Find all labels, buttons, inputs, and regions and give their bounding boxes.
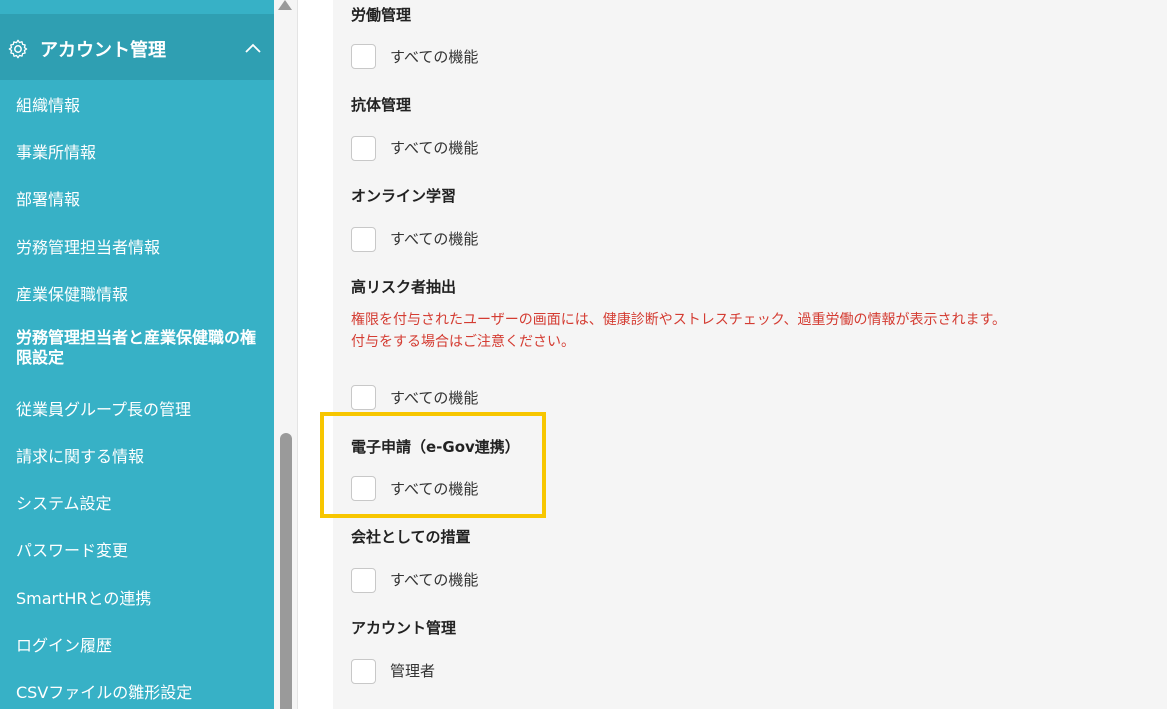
sidebar-item-labor-manager-info[interactable]: 労務管理担当者情報 <box>16 234 160 258</box>
sidebar-item-organization-info[interactable]: 組織情報 <box>16 92 80 116</box>
checkbox-labor-management-all[interactable] <box>351 44 376 69</box>
checkbox-company-measures-all[interactable] <box>351 568 376 593</box>
sidebar-item-smarthr-integration[interactable]: SmartHRとの連携 <box>16 585 151 609</box>
warning-text-line2: 付与をする場合はご注意ください。 <box>351 334 575 350</box>
section-title-account-management: アカウント管理 <box>351 619 457 637</box>
section-title-company-measures: 会社としての措置 <box>351 528 471 546</box>
sidebar-header-title: アカウント管理 <box>40 40 166 61</box>
sidebar-item-employee-group-leader[interactable]: 従業員グループ長の管理 <box>16 396 191 420</box>
scroll-up-arrow-icon[interactable] <box>278 0 292 10</box>
checkbox-label: すべての機能 <box>390 480 479 498</box>
sidebar-item-csv-template[interactable]: CSVファイルの雛形設定 <box>16 679 192 703</box>
sidebar-item-permission-settings[interactable]: 労務管理担当者と産業保健職の権限設定 <box>16 328 266 368</box>
checkbox-account-management-admin[interactable] <box>351 659 376 684</box>
checkbox-e-gov-integration-all[interactable] <box>351 476 376 501</box>
scrollbar-thumb[interactable] <box>280 433 292 709</box>
checkbox-label: 管理者 <box>390 662 436 680</box>
checkbox-label: すべての機能 <box>390 48 479 66</box>
section-title-e-gov-integration: 電子申請（e-Gov連携） <box>351 438 520 456</box>
permissions-panel <box>333 0 1167 709</box>
sidebar-section-account-management[interactable]: アカウント管理 <box>0 14 274 80</box>
sidebar-item-department-info[interactable]: 部署情報 <box>16 186 80 210</box>
checkbox-online-learning-all[interactable] <box>351 227 376 252</box>
divider <box>297 0 298 709</box>
checkbox-label: すべての機能 <box>390 139 479 157</box>
sidebar-item-occupational-health-info[interactable]: 産業保健職情報 <box>16 281 128 305</box>
sidebar: アカウント管理 組織情報 事業所情報 部署情報 労務管理担当者情報 産業保健職情… <box>0 0 274 709</box>
gear-icon <box>8 39 28 59</box>
sidebar-item-office-info[interactable]: 事業所情報 <box>16 139 96 163</box>
checkbox-label: すべての機能 <box>390 389 479 407</box>
sidebar-item-login-history[interactable]: ログイン履歴 <box>16 632 112 656</box>
warning-text-line1: 権限を付与されたユーザーの画面には、健康診断やストレスチェック、過重労働の情報が… <box>351 312 1007 328</box>
chevron-up-icon[interactable] <box>243 40 263 56</box>
checkbox-antibody-management-all[interactable] <box>351 136 376 161</box>
checkbox-label: すべての機能 <box>390 571 479 589</box>
checkbox-label: すべての機能 <box>390 230 479 248</box>
section-title-online-learning: オンライン学習 <box>351 187 457 205</box>
checkbox-high-risk-extraction-all[interactable] <box>351 385 376 410</box>
section-title-labor-management: 労働管理 <box>351 6 412 24</box>
section-title-antibody-management: 抗体管理 <box>351 96 412 114</box>
sidebar-item-billing-info[interactable]: 請求に関する情報 <box>16 443 144 467</box>
sidebar-item-password-change[interactable]: パスワード変更 <box>16 537 128 561</box>
highlight-box <box>320 412 546 518</box>
section-title-high-risk-extraction: 高リスク者抽出 <box>351 278 457 296</box>
sidebar-item-system-settings[interactable]: システム設定 <box>16 490 112 514</box>
